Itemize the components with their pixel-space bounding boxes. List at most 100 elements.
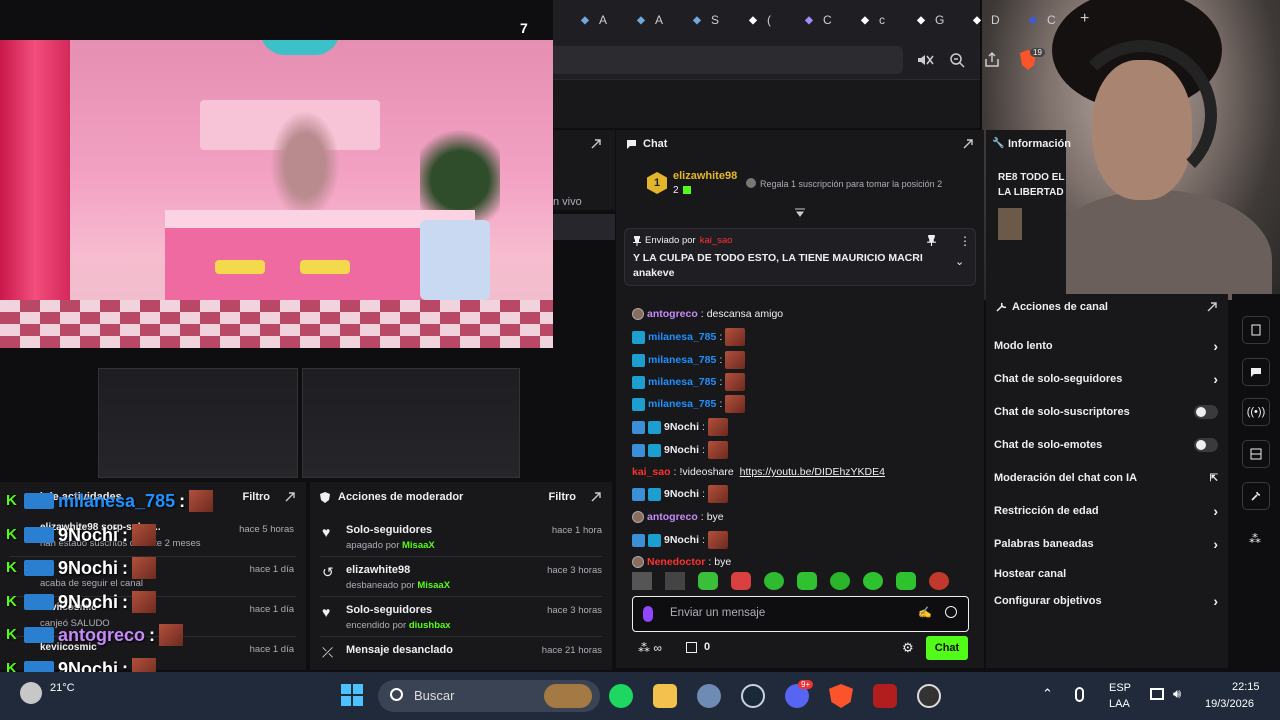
chat-username[interactable]: milanesa_785 [648, 354, 716, 366]
browser-tab[interactable]: ◆( [745, 8, 771, 32]
notes-icon[interactable] [1242, 316, 1270, 344]
popout-icon[interactable] [284, 491, 296, 503]
browser-tab[interactable]: ◆ D [969, 8, 1000, 32]
browser-tab[interactable]: ◆ A [633, 8, 663, 32]
zoom-out-icon[interactable] [948, 51, 966, 69]
address-bar[interactable] [553, 46, 903, 74]
chat-icon[interactable] [1242, 358, 1270, 386]
moderator-row[interactable]: ↺ elizawhite98 hace 3 horas desbaneado por … [320, 560, 602, 597]
channel-action-row[interactable]: Chat de solo-seguidores › [994, 367, 1218, 391]
chat-message[interactable]: milanesa_785: [632, 372, 746, 392]
chat-message[interactable]: 9Nochi: [632, 530, 728, 550]
mute-icon[interactable] [916, 51, 934, 69]
chat-input-box[interactable]: Enviar un mensaje ✍ [632, 596, 969, 632]
clock-time[interactable]: 22:15 [1232, 681, 1260, 693]
clock-date[interactable]: 19/3/2026 [1205, 698, 1254, 710]
chat-username[interactable]: milanesa_785 [648, 376, 716, 388]
chat-username[interactable]: 9Nochi [664, 444, 699, 456]
browser-tab[interactable]: ◆ C [1025, 8, 1056, 32]
language-layout[interactable]: LAA [1109, 698, 1130, 710]
emote-strip[interactable] [632, 572, 972, 594]
broadcast-icon[interactable]: ((•)) [1242, 398, 1270, 426]
browser-tab[interactable]: ◆ C [801, 8, 832, 32]
browser-tab[interactable]: ◆ S [689, 8, 719, 32]
voicemeeter-icon[interactable] [873, 684, 897, 708]
windows-start-icon[interactable] [341, 684, 363, 706]
pin-icon[interactable] [927, 235, 936, 246]
moderator-row[interactable]: ♥ Solo-seguidores hace 1 hora apagado por M… [320, 520, 602, 557]
chat-message[interactable]: antogreco: bye [632, 507, 724, 527]
moderator-row-user[interactable]: MisaaX [417, 580, 450, 591]
moderator-filter-button[interactable]: Filtro [549, 491, 577, 503]
microphone-icon[interactable] [1075, 687, 1084, 702]
gift-box-icon[interactable] [686, 642, 697, 653]
chevron-down-icon[interactable]: ⌄ [955, 255, 964, 268]
browser-tab[interactable]: ◆ c [857, 8, 885, 32]
chat-message[interactable]: milanesa_785: [632, 327, 746, 347]
chat-username[interactable]: Nenedoctor [647, 556, 705, 568]
emoji-icon[interactable] [945, 606, 957, 618]
translate-icon[interactable]: ✍ [918, 606, 932, 619]
layout-icon[interactable] [1242, 440, 1270, 468]
popout-icon[interactable] [590, 491, 602, 503]
popout-icon[interactable] [590, 138, 602, 150]
video-player[interactable] [0, 40, 553, 348]
obs-icon[interactable] [917, 684, 941, 708]
moderator-row[interactable]: ⤫ Mensaje desanclado hace 21 horas [320, 640, 602, 676]
channel-action-row[interactable]: Modo lento › [994, 334, 1218, 358]
chat-username[interactable]: antogreco [647, 511, 698, 523]
channel-action-row[interactable]: Restricción de edad › [994, 499, 1218, 523]
chat-link[interactable]: https://youtu.be/DIDEhzYKDE4 [740, 466, 885, 478]
chat-message[interactable]: Nenedoctor: bye [632, 552, 731, 572]
chat-message[interactable]: 9Nochi: [632, 440, 728, 460]
steam-icon[interactable] [741, 684, 765, 708]
chat-username[interactable]: 9Nochi [664, 421, 699, 433]
channel-action-row[interactable]: Moderación del chat con IA ⇱ [994, 466, 1218, 490]
channel-action-row[interactable]: Chat de solo-suscriptores [994, 400, 1218, 424]
toggle-switch[interactable] [1194, 405, 1218, 419]
chat-username[interactable]: antogreco [647, 308, 698, 320]
chat-message[interactable]: 9Nochi: [632, 484, 728, 504]
popout-icon[interactable] [962, 138, 974, 150]
settings-gear-icon[interactable]: ⚙ [902, 640, 914, 656]
chat-message[interactable]: milanesa_785: [632, 394, 746, 414]
toggle-switch[interactable] [1194, 438, 1218, 452]
chat-message[interactable]: 9Nochi: [632, 417, 728, 437]
moderator-row-user[interactable]: diushbax [409, 620, 451, 631]
send-chat-button[interactable]: Chat [926, 636, 968, 660]
settings-app-icon[interactable] [697, 684, 721, 708]
activity-filter-button[interactable]: Filtro [243, 491, 271, 503]
moderator-row-user[interactable]: MisaaX [402, 540, 435, 551]
chat-username[interactable]: kai_sao [632, 466, 671, 478]
chat-username[interactable]: milanesa_785 [648, 331, 716, 343]
points-icon[interactable]: ⁂ [1249, 532, 1261, 546]
spotify-icon[interactable] [609, 684, 633, 708]
brave-icon[interactable] [829, 684, 853, 708]
points-icon[interactable]: ⁂ ∞ [638, 641, 662, 655]
share-icon[interactable] [983, 51, 1001, 69]
chat-message[interactable]: milanesa_785: [632, 350, 746, 370]
file-explorer-icon[interactable] [653, 684, 677, 708]
browser-tab[interactable]: ◆ G [913, 8, 944, 32]
chat-message[interactable]: antogreco: descansa amigo [632, 304, 783, 324]
channel-action-row[interactable]: Configurar objetivos › [994, 589, 1218, 613]
pinned-message[interactable]: Enviado por kai_sao Y LA CULPA DE TODO E… [624, 228, 976, 286]
volume-icon[interactable]: 🔊︎ [1173, 686, 1181, 702]
chevron-up-icon[interactable]: ⌃ [1042, 686, 1053, 702]
network-icon[interactable] [1150, 688, 1164, 700]
channel-action-row[interactable]: Chat de solo-emotes [994, 433, 1218, 457]
moderator-row[interactable]: ♥ Solo-seguidores hace 3 horas encendido po… [320, 600, 602, 637]
chat-username[interactable]: milanesa_785 [648, 398, 716, 410]
channel-action-row[interactable]: Palabras baneadas › [994, 532, 1218, 556]
taskbar-search-box[interactable]: Buscar [378, 680, 600, 712]
more-options-icon[interactable]: ⋮ [959, 234, 971, 248]
popout-icon[interactable] [1206, 301, 1218, 313]
pinned-by-user[interactable]: kai_sao [700, 235, 733, 246]
chat-username[interactable]: 9Nochi [664, 488, 699, 500]
wrench-icon[interactable] [1242, 482, 1270, 510]
weather-icon[interactable] [20, 682, 42, 704]
chat-message[interactable]: kai_sao: !videoshare https://youtu.be/DID… [632, 462, 885, 482]
language-code[interactable]: ESP [1109, 682, 1131, 694]
leaderboard-user[interactable]: elizawhite98 [673, 170, 737, 182]
new-tab-button[interactable]: + [1080, 10, 1089, 28]
